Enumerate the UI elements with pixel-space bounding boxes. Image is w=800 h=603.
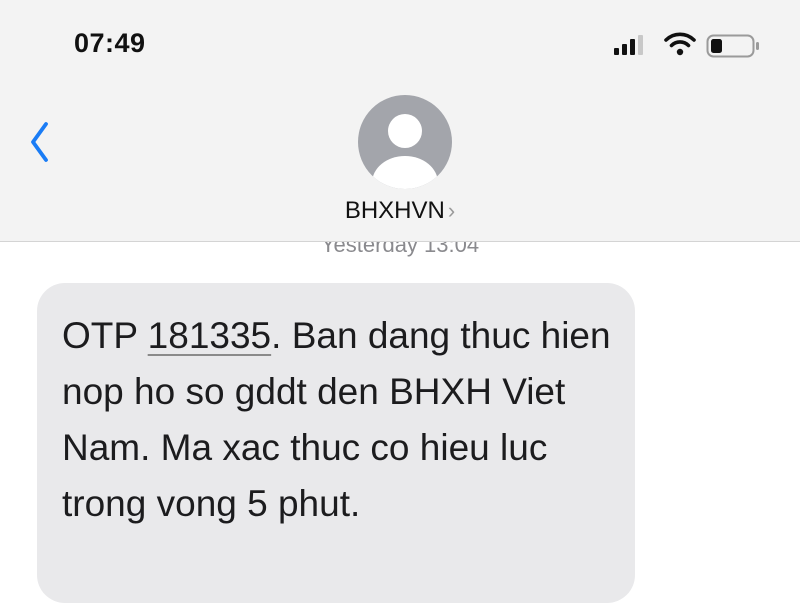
message-bubble[interactable]: OTP 181335. Ban dang thuc hien nop ho so… xyxy=(37,283,635,603)
contact-name-button[interactable]: BHXHVN › xyxy=(0,197,800,225)
conversation-header: 07:49 BHXHVN › xyxy=(0,0,800,242)
battery-icon xyxy=(706,34,759,58)
chevron-right-icon: › xyxy=(447,198,456,223)
signal-icon xyxy=(614,35,643,55)
contact-name: BHXHVN xyxy=(344,197,445,224)
wifi-icon xyxy=(664,32,696,56)
status-time: 07:49 xyxy=(74,28,146,58)
chevron-left-icon[interactable] xyxy=(28,120,52,164)
otp-code[interactable]: 181335 xyxy=(148,315,271,356)
person-icon[interactable] xyxy=(358,95,452,189)
message-prefix: OTP xyxy=(62,315,148,356)
